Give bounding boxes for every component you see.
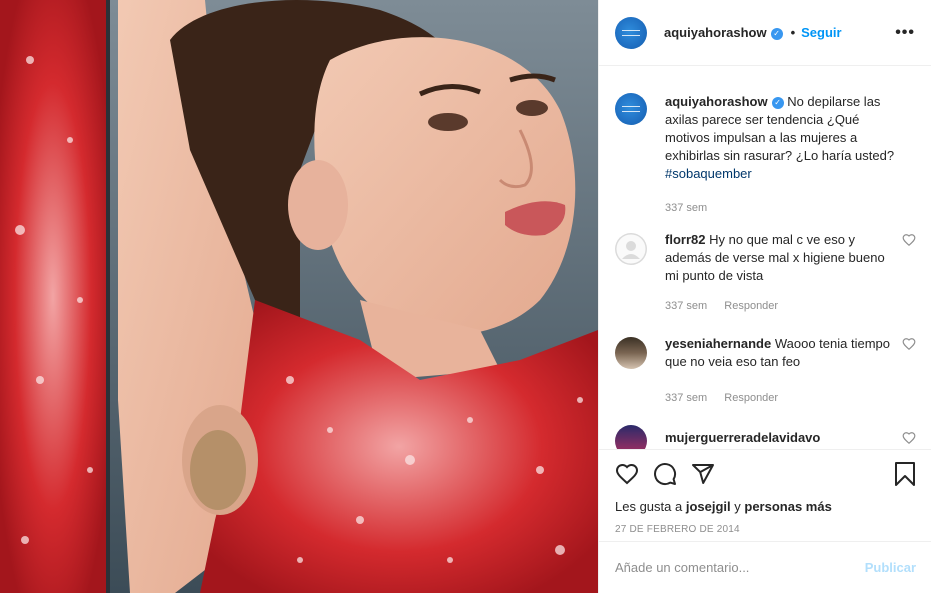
post-actions: Les gusta a josejgil y personas más 27 D… [599, 449, 931, 535]
add-comment-bar: Publicar [599, 541, 931, 593]
more-options-icon[interactable]: ••• [895, 24, 915, 42]
likes-user-link[interactable]: josejgil [686, 499, 731, 514]
action-icons [615, 450, 916, 498]
comment-username[interactable]: mujerguerreradelavidavo [665, 430, 820, 445]
comment-row: mujerguerreradelavidavo [615, 425, 916, 449]
caption-avatar[interactable] [615, 93, 647, 125]
reply-button[interactable]: Responder [724, 392, 778, 404]
heart-icon[interactable] [615, 462, 639, 486]
comment-icon[interactable] [653, 462, 677, 486]
caption-body: aquiyahorashow ✓ No depilarse las axilas … [665, 83, 897, 217]
follow-button[interactable]: Seguir [801, 25, 841, 40]
comment-input[interactable] [615, 560, 865, 575]
comment-body: mujerguerreradelavidavo [665, 429, 897, 449]
like-comment-heart-icon[interactable] [902, 233, 916, 247]
post-header: aquiyahorashow ✓ • Seguir ••• [599, 0, 931, 66]
caption-row: aquiyahorashow ✓ No depilarse las axilas … [615, 83, 916, 217]
verified-badge-icon: ✓ [770, 28, 783, 40]
comment-time[interactable]: 337 sem [665, 392, 707, 404]
publish-button[interactable]: Publicar [865, 560, 916, 575]
likes-summary: Les gusta a josejgil y personas más [615, 499, 916, 514]
photo-illustration [0, 0, 598, 593]
caption-time[interactable]: 337 sem [665, 202, 707, 214]
instagram-post: aquiyahorashow ✓ • Seguir ••• aquiyahoras… [0, 0, 931, 593]
comment-meta: 337 sem Responder [665, 389, 897, 407]
caption-meta: 337 sem [665, 199, 897, 217]
commenter-avatar[interactable] [615, 425, 647, 449]
likes-prefix: Les gusta a [615, 499, 683, 514]
likes-join: y [734, 499, 741, 514]
comments-list[interactable]: aquiyahorashow ✓ No depilarse las axilas … [599, 67, 931, 449]
caption-username[interactable]: aquiyahorashow [665, 94, 768, 109]
post-date[interactable]: 27 DE FEBRERO DE 2014 [615, 524, 916, 535]
comment-meta: 337 sem Responder [665, 297, 897, 315]
comment-body: florr82 Hy no que mal c ve eso y además … [665, 231, 897, 315]
commenter-avatar[interactable] [615, 233, 647, 265]
comment-time[interactable]: 337 sem [665, 300, 707, 312]
username-link[interactable]: aquiyahorashow [664, 25, 767, 40]
share-icon[interactable] [691, 462, 715, 486]
likes-others-link[interactable]: personas más [744, 499, 831, 514]
hashtag-link[interactable]: #sobaquember [665, 166, 752, 181]
separator-dot: • [790, 25, 796, 40]
comment-username[interactable]: florr82 [665, 232, 705, 247]
like-comment-heart-icon[interactable] [902, 431, 916, 445]
account-avatar[interactable] [615, 16, 647, 49]
post-sidebar: aquiyahorashow ✓ • Seguir ••• aquiyahoras… [598, 0, 931, 593]
bookmark-icon[interactable] [894, 462, 916, 486]
comment-username[interactable]: yeseniahernande [665, 336, 771, 351]
commenter-avatar[interactable] [615, 337, 647, 369]
comment-row: florr82 Hy no que mal c ve eso y además … [615, 231, 916, 315]
comment-row: yeseniahernande Waooo tenia tiempo que n… [615, 335, 916, 407]
like-comment-heart-icon[interactable] [902, 337, 916, 351]
post-photo[interactable] [0, 0, 598, 593]
header-username[interactable]: aquiyahorashow ✓ [664, 25, 783, 40]
reply-button[interactable]: Responder [724, 300, 778, 312]
verified-badge-icon: ✓ [771, 97, 784, 109]
default-user-icon [615, 233, 647, 265]
comment-body: yeseniahernande Waooo tenia tiempo que n… [665, 335, 897, 407]
